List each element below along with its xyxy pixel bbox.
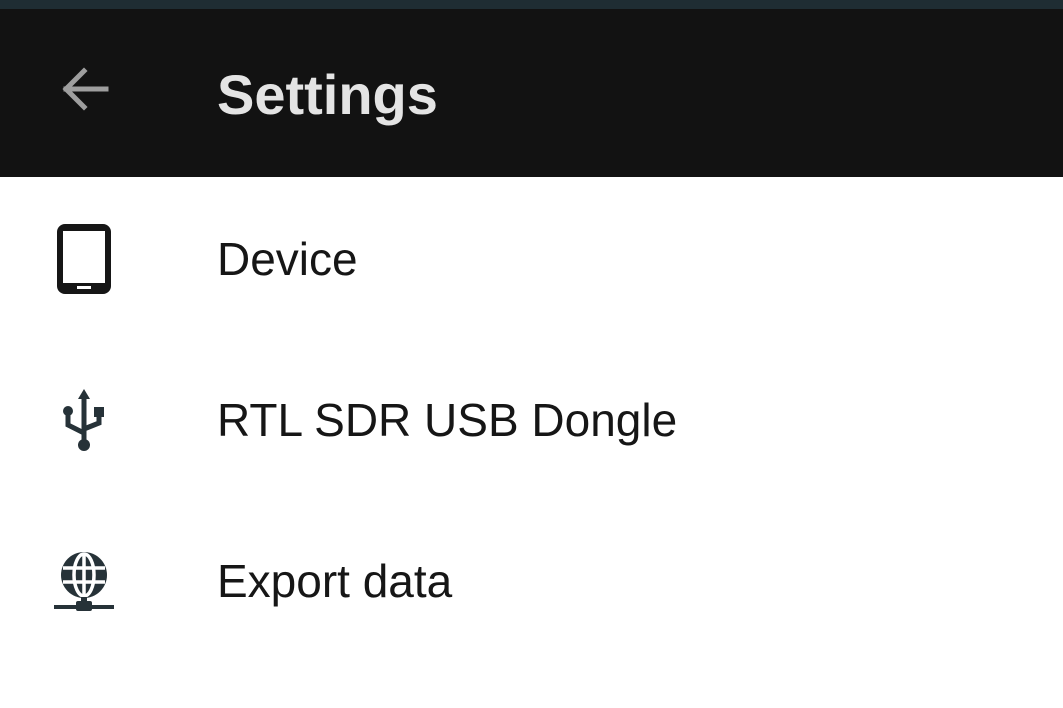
app-bar: Settings [0,9,1063,177]
globe-network-icon [50,541,118,621]
settings-item-label: Export data [217,555,453,607]
usb-icon [50,380,118,460]
settings-item-label: Device [217,233,358,285]
tablet-icon [50,219,118,299]
settings-item-export-data[interactable]: Export data [0,499,1063,660]
settings-list: Device RTL SDR USB Dongle Export data [0,177,1063,660]
back-button[interactable] [44,49,124,129]
settings-item-device[interactable]: Device [0,177,1063,338]
arrow-left-icon [62,67,109,111]
page-title: Settings [217,63,438,126]
settings-item-label: RTL SDR USB Dongle [217,394,678,446]
settings-item-rtl-sdr-usb-dongle[interactable]: RTL SDR USB Dongle [0,338,1063,499]
status-bar [0,0,1063,9]
